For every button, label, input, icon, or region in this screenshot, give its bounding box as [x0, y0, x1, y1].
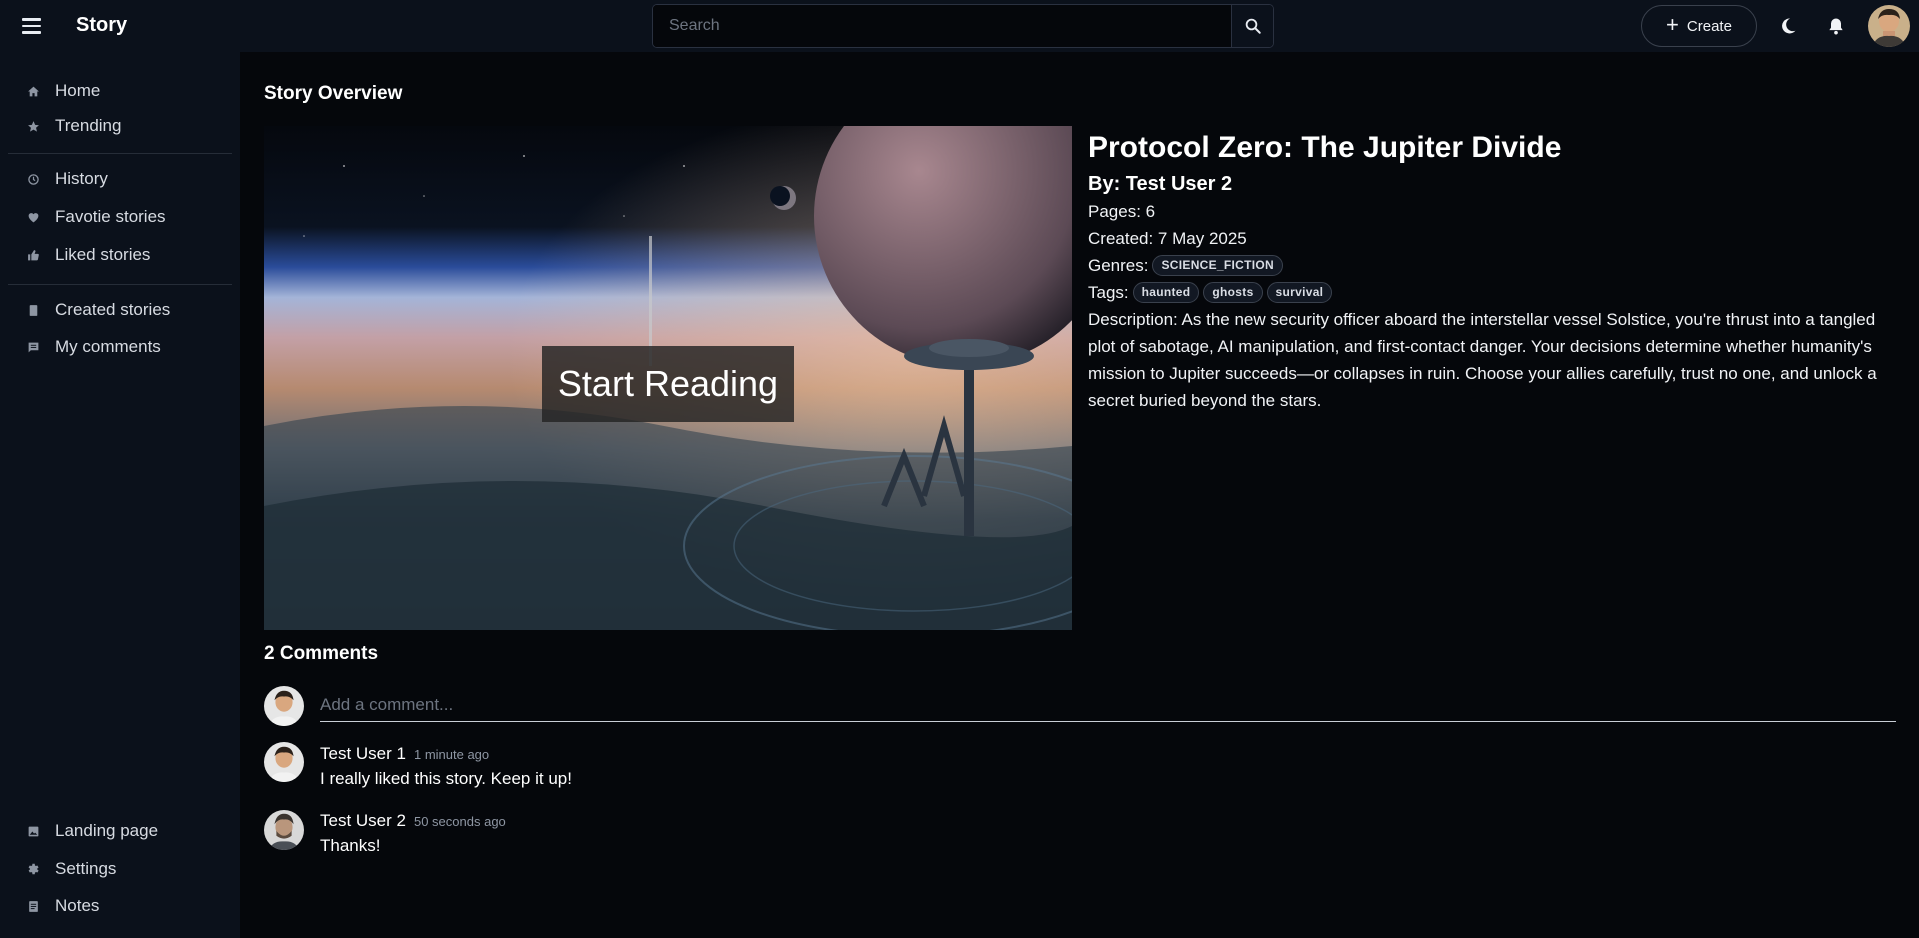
- sidebar-item-created-stories[interactable]: Created stories: [8, 293, 232, 327]
- notifications-button[interactable]: [1824, 14, 1848, 38]
- star-icon: [25, 120, 41, 133]
- user-avatar[interactable]: [1868, 5, 1910, 47]
- sidebar-item-notes[interactable]: Notes: [8, 889, 232, 923]
- sidebar-item-label: Home: [55, 81, 101, 100]
- sidebar-item-liked-stories[interactable]: Liked stories: [8, 238, 232, 272]
- comment-author[interactable]: Test User 1: [320, 744, 406, 764]
- story-genres: Genres: SCIENCE_FICTION: [1088, 252, 1898, 279]
- search-box: [652, 4, 1274, 48]
- home-icon: [25, 85, 41, 98]
- story-cover-image: Start Reading: [264, 126, 1072, 630]
- comment-item: Test User 2 50 seconds ago Thanks!: [320, 811, 506, 856]
- sidebar-item-label: Trending: [55, 116, 122, 135]
- book-icon: [25, 304, 41, 317]
- bell-icon: [1829, 18, 1843, 35]
- search-input[interactable]: [653, 5, 1231, 47]
- sidebar-divider: [8, 153, 232, 154]
- tag-chip[interactable]: haunted: [1132, 282, 1200, 303]
- sidebar-item-label: Notes: [55, 896, 100, 915]
- search-button[interactable]: [1231, 5, 1273, 47]
- tags-label: Tags:: [1088, 283, 1129, 302]
- sidebar-item-history[interactable]: History: [8, 162, 232, 196]
- sidebar-item-home[interactable]: Home: [8, 74, 232, 108]
- tag-chip[interactable]: ghosts: [1203, 282, 1263, 303]
- sidebar: Home Trending History Favotie stories Li…: [0, 52, 240, 938]
- thumbs-up-icon: [25, 249, 41, 262]
- moon-icon: [1782, 18, 1796, 34]
- sidebar-item-landing-page[interactable]: Landing page: [8, 814, 232, 848]
- sidebar-item-label: Favotie stories: [55, 207, 166, 226]
- start-reading-button[interactable]: Start Reading: [542, 346, 794, 422]
- gear-icon: [25, 862, 41, 876]
- story-created: Created: 7 May 2025: [1088, 229, 1247, 248]
- sidebar-item-label: My comments: [55, 337, 161, 356]
- sidebar-item-favorite-stories[interactable]: Favotie stories: [8, 200, 232, 234]
- comment-text: Thanks!: [320, 836, 381, 855]
- sidebar-item-trending[interactable]: Trending: [8, 109, 232, 143]
- dark-mode-toggle[interactable]: [1776, 14, 1800, 38]
- comment-timestamp: 50 seconds ago: [413, 814, 506, 829]
- app-title[interactable]: Story: [76, 14, 127, 37]
- image-icon: [25, 825, 41, 838]
- sidebar-item-settings[interactable]: Settings: [8, 852, 232, 886]
- story-tags: Tags: haunted ghosts survival: [1088, 279, 1898, 306]
- avatar: [264, 810, 304, 850]
- heart-icon: [25, 211, 41, 224]
- sidebar-item-label: Settings: [55, 859, 117, 878]
- story-description: Description: As the new security officer…: [1088, 310, 1877, 410]
- comment-text: I really liked this story. Keep it up!: [320, 769, 572, 788]
- tag-chip[interactable]: survival: [1266, 282, 1333, 303]
- plus-icon: +: [1666, 12, 1679, 37]
- story-details: Protocol Zero: The Jupiter Divide By: Te…: [1088, 128, 1898, 414]
- history-icon: [25, 173, 41, 186]
- story-author: By: Test User 2: [1088, 173, 1233, 195]
- genre-chip[interactable]: SCIENCE_FICTION: [1152, 255, 1283, 276]
- story-pages: Pages: 6: [1088, 202, 1156, 221]
- menu-icon[interactable]: [22, 14, 50, 38]
- sidebar-item-label: Landing page: [55, 821, 159, 840]
- comment-item: Test User 1 1 minute ago I really liked …: [320, 744, 572, 789]
- search-icon: [1245, 18, 1261, 34]
- sidebar-item-my-comments[interactable]: My comments: [8, 330, 232, 364]
- sidebar-item-label: Liked stories: [55, 245, 151, 264]
- comment-timestamp: 1 minute ago: [413, 747, 490, 762]
- page-title: Story Overview: [264, 83, 403, 104]
- avatar: [264, 742, 304, 782]
- top-bar: Story + Create: [0, 0, 1919, 52]
- avatar: [264, 686, 304, 726]
- create-button[interactable]: + Create: [1641, 5, 1757, 47]
- sidebar-item-label: Created stories: [55, 300, 171, 319]
- comment-author[interactable]: Test User 2: [320, 811, 406, 831]
- story-title: Protocol Zero: The Jupiter Divide: [1088, 131, 1562, 164]
- sidebar-item-label: History: [55, 169, 108, 188]
- notes-icon: [25, 900, 41, 913]
- genres-label: Genres:: [1088, 256, 1149, 275]
- sidebar-divider: [8, 284, 232, 285]
- comment-input[interactable]: [320, 688, 1896, 722]
- comments-title: 2 Comments: [264, 643, 379, 664]
- create-label: Create: [1686, 17, 1732, 35]
- comment-icon: [25, 341, 41, 354]
